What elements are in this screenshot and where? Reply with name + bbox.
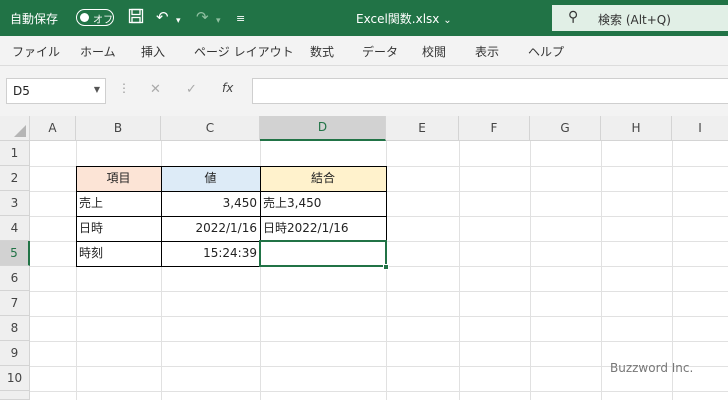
save-icon[interactable] xyxy=(128,8,144,28)
row-header-9[interactable]: 9 xyxy=(0,341,30,366)
column-header-g[interactable]: G xyxy=(530,116,601,141)
tab-page-layout[interactable]: ページ レイアウト xyxy=(194,43,294,60)
table-border xyxy=(76,191,386,192)
row-header-11[interactable] xyxy=(0,391,30,400)
tab-data[interactable]: データ xyxy=(362,43,398,60)
watermark: Buzzword Inc. xyxy=(610,361,694,375)
autosave-label: 自動保存 xyxy=(10,12,59,26)
table-border xyxy=(76,166,77,267)
select-all-button[interactable] xyxy=(0,116,30,141)
toggle-knob xyxy=(80,13,89,22)
search-box[interactable]: ⚲ 検索 (Alt+Q) xyxy=(552,5,728,31)
cell-b2[interactable]: 項目 xyxy=(76,166,161,191)
chevron-down-icon: ⌄ xyxy=(443,15,452,26)
cell-b5[interactable]: 時刻 xyxy=(76,241,161,266)
row-header-4[interactable]: 4 xyxy=(0,216,30,241)
tab-help[interactable]: ヘルプ xyxy=(528,43,564,60)
tab-file[interactable]: ファイル xyxy=(12,43,60,60)
redo-dropdown-icon[interactable]: ▾ xyxy=(216,12,221,30)
tab-home[interactable]: ホーム xyxy=(80,43,116,60)
search-placeholder: 検索 (Alt+Q) xyxy=(598,13,671,27)
column-header-e[interactable]: E xyxy=(386,116,459,141)
select-all-icon xyxy=(14,125,26,137)
active-cell-selection xyxy=(259,240,387,267)
cell-c3[interactable]: 3,450 xyxy=(161,191,260,216)
insert-function-icon[interactable]: fx xyxy=(222,81,233,95)
row-header-3[interactable]: 3 xyxy=(0,191,30,216)
column-header-f[interactable]: F xyxy=(459,116,530,141)
chevron-down-icon[interactable]: ▼ xyxy=(94,85,100,94)
tab-insert[interactable]: 挿入 xyxy=(141,43,165,60)
autosave-toggle[interactable]: オフ xyxy=(76,9,114,26)
ribbon-tabs: ファイル ホーム 挿入 ページ レイアウト 数式 データ 校閲 表示 ヘルプ xyxy=(0,36,728,66)
row-header-6[interactable]: 6 xyxy=(0,266,30,291)
row-header-5[interactable]: 5 xyxy=(0,241,30,266)
search-icon: ⚲ xyxy=(568,9,579,25)
file-name: Excel関数.xlsx xyxy=(356,12,440,26)
cell-c5[interactable]: 15:24:39 xyxy=(161,241,260,266)
column-header-h[interactable]: H xyxy=(601,116,672,141)
table-border xyxy=(76,166,386,167)
gridline xyxy=(459,141,460,400)
fill-handle[interactable] xyxy=(383,264,389,270)
cell-c4[interactable]: 2022/1/16 xyxy=(161,216,260,241)
gridline xyxy=(601,141,602,400)
name-box-value: D5 xyxy=(13,84,30,98)
cell-d4[interactable]: 日時2022/1/16 xyxy=(260,216,386,241)
tab-view[interactable]: 表示 xyxy=(475,43,499,60)
customize-toolbar-icon[interactable]: ≡ xyxy=(236,10,245,28)
column-header-c[interactable]: C xyxy=(161,116,260,141)
autosave-state: オフ xyxy=(93,15,113,26)
gridline xyxy=(30,291,728,292)
column-header-a[interactable]: A xyxy=(30,116,76,141)
tab-review[interactable]: 校閲 xyxy=(422,43,446,60)
table-border xyxy=(76,216,386,217)
column-header-b[interactable]: B xyxy=(76,116,161,141)
formula-input[interactable] xyxy=(252,78,728,104)
redo-icon[interactable]: ↷ xyxy=(196,8,209,26)
cell-b4[interactable]: 日時 xyxy=(76,216,161,241)
cell-b3[interactable]: 売上 xyxy=(76,191,161,216)
spreadsheet-grid: A B C D E F G H I 1 2 3 4 5 6 7 8 9 10 項… xyxy=(0,116,728,400)
tab-formulas[interactable]: 数式 xyxy=(310,43,334,60)
column-header-i[interactable]: I xyxy=(672,116,728,141)
gridline xyxy=(30,316,728,317)
cell-c2[interactable]: 値 xyxy=(161,166,260,191)
formula-bar: D5 ▼ ⋮ ✕ ✓ fx xyxy=(0,66,728,116)
row-header-8[interactable]: 8 xyxy=(0,316,30,341)
gridline xyxy=(30,391,728,392)
column-header-d[interactable]: D xyxy=(260,116,386,141)
name-box[interactable]: D5 ▼ xyxy=(6,78,106,104)
cell-d3[interactable]: 売上3,450 xyxy=(260,191,386,216)
row-header-7[interactable]: 7 xyxy=(0,291,30,316)
row-header-10[interactable]: 10 xyxy=(0,366,30,391)
cancel-icon[interactable]: ✕ xyxy=(150,82,161,97)
enter-icon[interactable]: ✓ xyxy=(186,82,197,97)
row-header-2[interactable]: 2 xyxy=(0,166,30,191)
title-bar: 自動保存 オフ ↶ ▾ ↷ ▾ ≡ Excel関数.xlsx ⌄ ⚲ 検索 (A… xyxy=(0,0,728,36)
row-header-1[interactable]: 1 xyxy=(0,141,30,166)
undo-dropdown-icon[interactable]: ▾ xyxy=(176,12,181,30)
gridline xyxy=(30,341,728,342)
document-title[interactable]: Excel関数.xlsx ⌄ xyxy=(356,10,452,27)
undo-icon[interactable]: ↶ xyxy=(156,8,169,26)
cell-d2[interactable]: 結合 xyxy=(260,166,386,191)
more-options-icon[interactable]: ⋮ xyxy=(118,81,130,95)
gridline xyxy=(530,141,531,400)
table-border xyxy=(161,166,162,267)
